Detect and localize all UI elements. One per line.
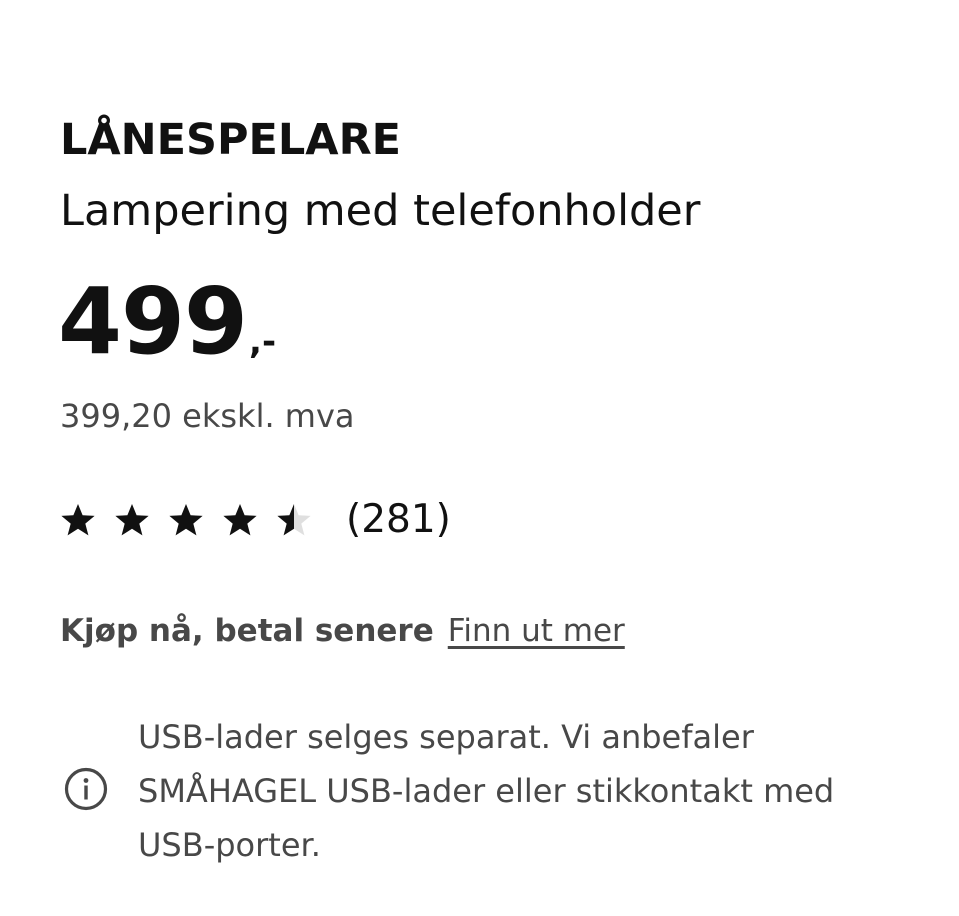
price: 499 ,- (58, 272, 276, 372)
price-suffix: ,- (249, 322, 277, 362)
price-integer: 499 (58, 268, 248, 375)
info-text: USB-lader selges separat. Vi anbefaler S… (138, 718, 835, 864)
star-icon (115, 504, 149, 536)
bnpl-label: Kjøp nå, betal senere (60, 613, 434, 649)
learn-more-link[interactable]: Finn ut mer (448, 609, 625, 653)
info-message: USB-lader selges separat. Vi anbefaler S… (60, 710, 920, 870)
info-circle-icon (64, 767, 108, 811)
review-count: (281) (346, 497, 451, 542)
star-icon (61, 504, 95, 536)
buy-now-pay-later: Kjøp nå, betal senere Finn ut mer (60, 609, 625, 653)
price-excluding-vat: 399,20 ekskl. mva (60, 397, 355, 435)
product-name: LÅNESPELARE (60, 115, 402, 165)
star-icon (277, 504, 311, 536)
product-description: Lampering med telefonholder (60, 186, 701, 236)
rating-reviews-link[interactable]: (281) (60, 496, 451, 544)
star-rating (60, 502, 312, 538)
star-icon (169, 504, 203, 536)
star-icon (223, 504, 257, 536)
